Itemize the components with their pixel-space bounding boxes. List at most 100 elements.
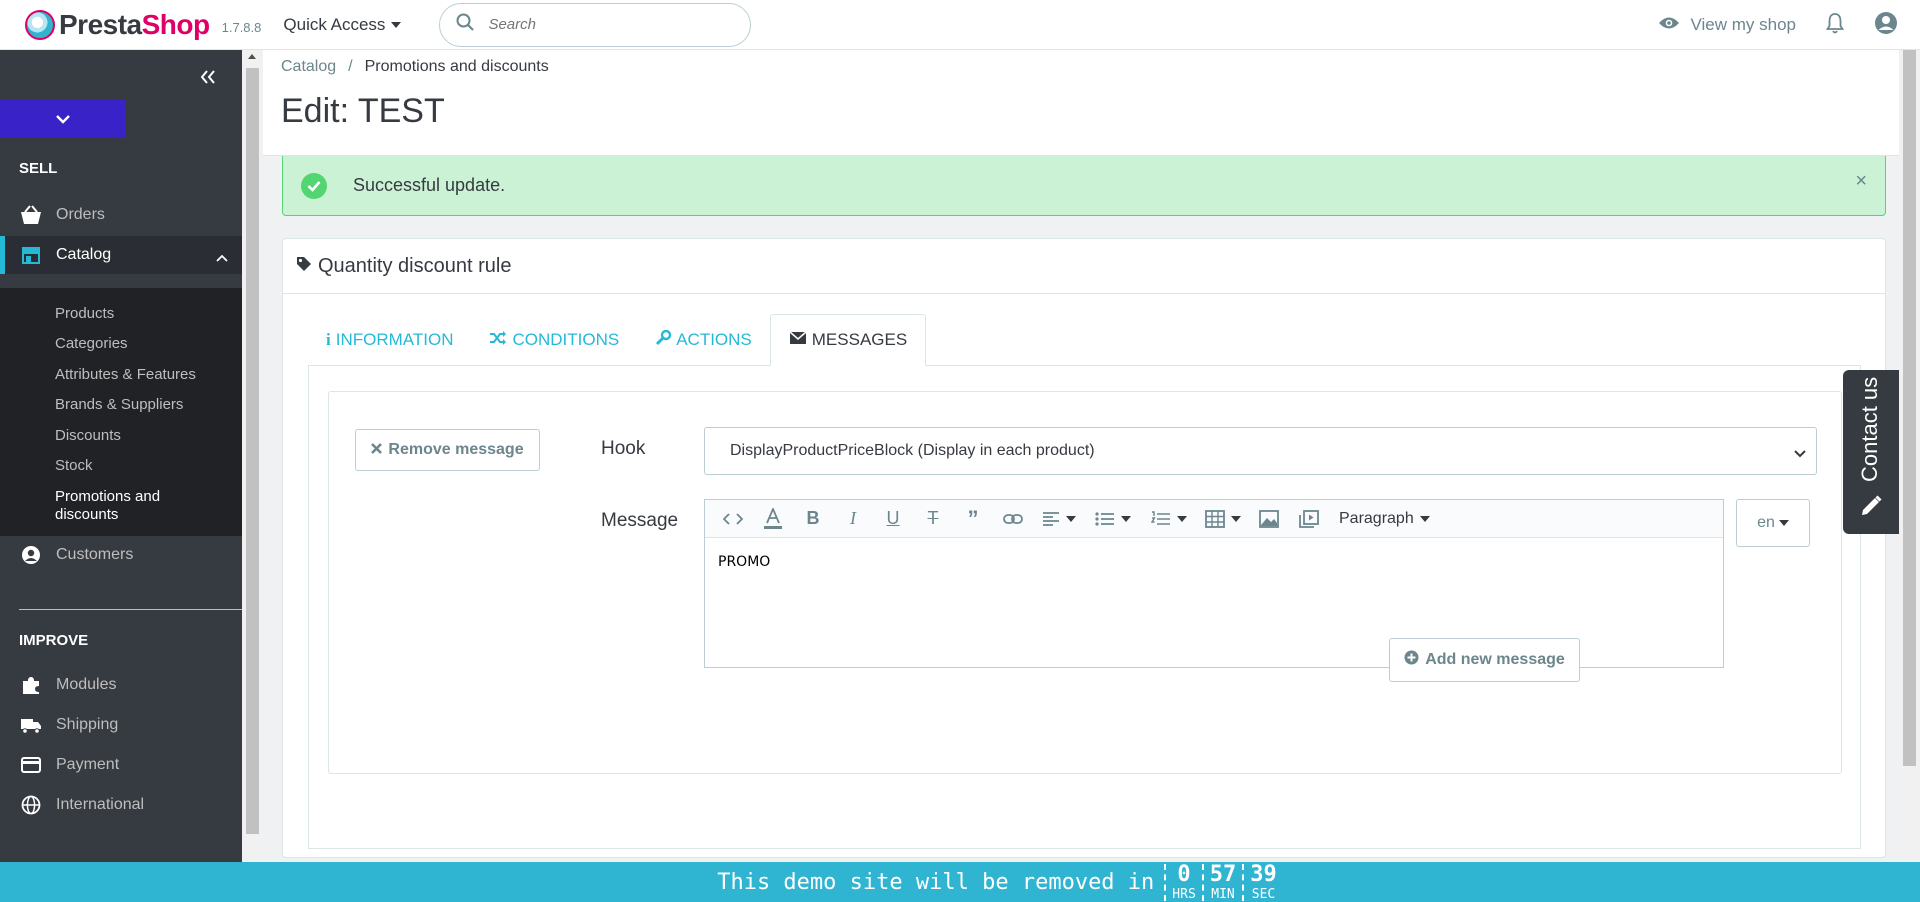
alert-message: Successful update. bbox=[353, 175, 506, 195]
chevron-up-icon bbox=[216, 249, 228, 267]
numbered-list-dropdown[interactable] bbox=[1141, 504, 1197, 534]
chevron-down-icon bbox=[55, 115, 70, 124]
prestashop-logo[interactable]: PrestaShop bbox=[25, 9, 210, 41]
search-icon[interactable] bbox=[456, 13, 475, 36]
bold-icon[interactable]: B bbox=[793, 504, 833, 534]
italic-icon[interactable]: I bbox=[833, 504, 873, 534]
text-color-icon[interactable] bbox=[753, 504, 793, 534]
collapse-sidebar-icon[interactable] bbox=[200, 64, 216, 90]
caret-down-icon bbox=[1419, 515, 1430, 522]
blockquote-icon[interactable]: ” bbox=[953, 504, 993, 534]
breadcrumb-parent-link[interactable]: Catalog bbox=[281, 58, 336, 76]
scroll-up-arrow-icon[interactable] bbox=[248, 54, 256, 59]
countdown-minutes: 57 MIN bbox=[1201, 861, 1243, 902]
random-shuffle-icon bbox=[489, 330, 507, 350]
strikethrough-icon[interactable]: T bbox=[913, 504, 953, 534]
submenu-item-categories[interactable]: Categories bbox=[55, 335, 128, 353]
hook-label: Hook bbox=[601, 438, 646, 459]
account-avatar-icon[interactable] bbox=[1874, 11, 1898, 40]
countdown-unit: HRS bbox=[1172, 886, 1196, 902]
search-input[interactable] bbox=[488, 16, 719, 33]
tab-information[interactable]: i INFORMATION bbox=[308, 314, 471, 366]
credit-card-icon bbox=[20, 754, 42, 776]
language-code: en bbox=[1757, 514, 1775, 531]
caret-down-icon bbox=[1177, 515, 1187, 522]
bullet-list-dropdown[interactable] bbox=[1085, 504, 1141, 534]
tab-actions[interactable]: ACTIONS bbox=[637, 314, 770, 366]
wrench-icon bbox=[655, 329, 672, 351]
sidebar-nav: SELL Orders Catalog Products Categories … bbox=[0, 50, 242, 862]
view-my-shop-label: View my shop bbox=[1690, 15, 1796, 34]
paragraph-format-dropdown[interactable]: Paragraph bbox=[1329, 504, 1440, 534]
countdown-hours: 0 HRS bbox=[1164, 863, 1201, 902]
add-new-message-button[interactable]: Add new message bbox=[1389, 638, 1580, 682]
sidebar-item-payment[interactable]: Payment bbox=[0, 746, 242, 784]
submenu-item-promotions[interactable]: Promotions and discounts bbox=[55, 488, 160, 524]
sidebar-scrollbar[interactable] bbox=[242, 50, 263, 862]
sidebar-item-international[interactable]: International bbox=[0, 786, 242, 824]
cart-rule-panel: Quantity discount rule i INFORMATION CON… bbox=[282, 238, 1886, 858]
submenu-item-stock[interactable]: Stock bbox=[55, 457, 93, 475]
sidebar-item-catalog[interactable]: Catalog bbox=[0, 236, 242, 274]
quick-access-label: Quick Access bbox=[283, 14, 386, 34]
remove-message-button[interactable]: Remove message bbox=[355, 429, 540, 471]
underline-icon[interactable]: U bbox=[873, 504, 913, 534]
improve-section-title: IMPROVE bbox=[19, 632, 89, 649]
editor-text: PROMO bbox=[718, 554, 771, 570]
tab-label: MESSAGES bbox=[811, 330, 908, 349]
countdown-value: 57 bbox=[1209, 861, 1237, 887]
sidebar-item-label: Customers bbox=[56, 546, 134, 563]
sidebar-scrollbar-thumb[interactable] bbox=[246, 68, 259, 834]
page-scrollbar[interactable] bbox=[1899, 0, 1920, 862]
caret-down-icon bbox=[1778, 520, 1789, 526]
link-icon[interactable] bbox=[993, 504, 1033, 534]
sidebar-item-shipping[interactable]: Shipping bbox=[0, 706, 242, 744]
image-icon[interactable] bbox=[1249, 504, 1289, 534]
language-dropdown[interactable]: en bbox=[1736, 499, 1810, 547]
quick-access-dropdown[interactable]: Quick Access bbox=[283, 14, 402, 35]
success-alert: Successful update. × bbox=[282, 156, 1886, 216]
submenu-item-label: Promotions and bbox=[55, 488, 161, 505]
tag-icon bbox=[296, 255, 312, 278]
submenu-item-attributes[interactable]: Attributes & Features bbox=[55, 366, 196, 384]
media-icon[interactable] bbox=[1289, 504, 1329, 534]
contact-us-tab[interactable]: Contact us bbox=[1843, 370, 1899, 534]
submenu-item-discounts[interactable]: Discounts bbox=[55, 427, 121, 445]
sidebar-item-label: Shipping bbox=[56, 716, 119, 733]
brand-presta: Presta bbox=[59, 8, 142, 40]
demo-countdown-banner: This demo site will be removed in 0 HRS … bbox=[0, 862, 1920, 902]
bullet-list-icon bbox=[1095, 511, 1114, 526]
close-icon[interactable]: × bbox=[1855, 170, 1867, 193]
submenu-item-products[interactable]: Products bbox=[55, 305, 114, 323]
sidebar-item-orders[interactable]: Orders bbox=[0, 196, 242, 234]
sidebar-item-modules[interactable]: Modules bbox=[0, 666, 242, 704]
view-my-shop-link[interactable]: View my shop bbox=[1658, 15, 1796, 35]
sidebar-item-customers[interactable]: Customers bbox=[0, 536, 242, 574]
source-code-icon[interactable] bbox=[713, 504, 753, 534]
page-scrollbar-thumb[interactable] bbox=[1903, 44, 1916, 766]
tab-conditions[interactable]: CONDITIONS bbox=[471, 314, 637, 366]
countdown-unit: MIN bbox=[1211, 886, 1235, 902]
message-label: Message bbox=[601, 510, 679, 531]
tab-label: ACTIONS bbox=[676, 330, 752, 349]
search-box[interactable] bbox=[439, 2, 752, 47]
tab-messages[interactable]: MESSAGES bbox=[769, 314, 927, 366]
align-dropdown[interactable] bbox=[1033, 504, 1085, 534]
pencil-icon bbox=[1859, 494, 1883, 523]
submenu-item-label: discounts bbox=[55, 506, 119, 523]
menu-toggle-button[interactable] bbox=[0, 100, 125, 138]
sidebar-divider bbox=[19, 609, 242, 610]
notifications-bell-icon[interactable] bbox=[1825, 12, 1845, 39]
page-header: Catalog / Promotions and discounts Edit:… bbox=[263, 50, 1900, 156]
check-circle-icon bbox=[301, 172, 327, 199]
envelope-icon bbox=[789, 330, 807, 350]
table-dropdown[interactable] bbox=[1197, 504, 1249, 534]
hook-select[interactable]: DisplayProductPriceBlock (Display in eac… bbox=[704, 427, 1817, 475]
breadcrumb-current: Promotions and discounts bbox=[364, 58, 549, 75]
user-circle-icon bbox=[20, 544, 42, 566]
tab-label: CONDITIONS bbox=[512, 330, 620, 349]
countdown-unit: SEC bbox=[1251, 886, 1276, 902]
editor-content-area[interactable]: PROMO bbox=[705, 538, 1723, 586]
submenu-item-brands[interactable]: Brands & Suppliers bbox=[55, 396, 183, 414]
tab-bar: i INFORMATION CONDITIONS ACTIONS MESSAGE… bbox=[308, 314, 927, 366]
